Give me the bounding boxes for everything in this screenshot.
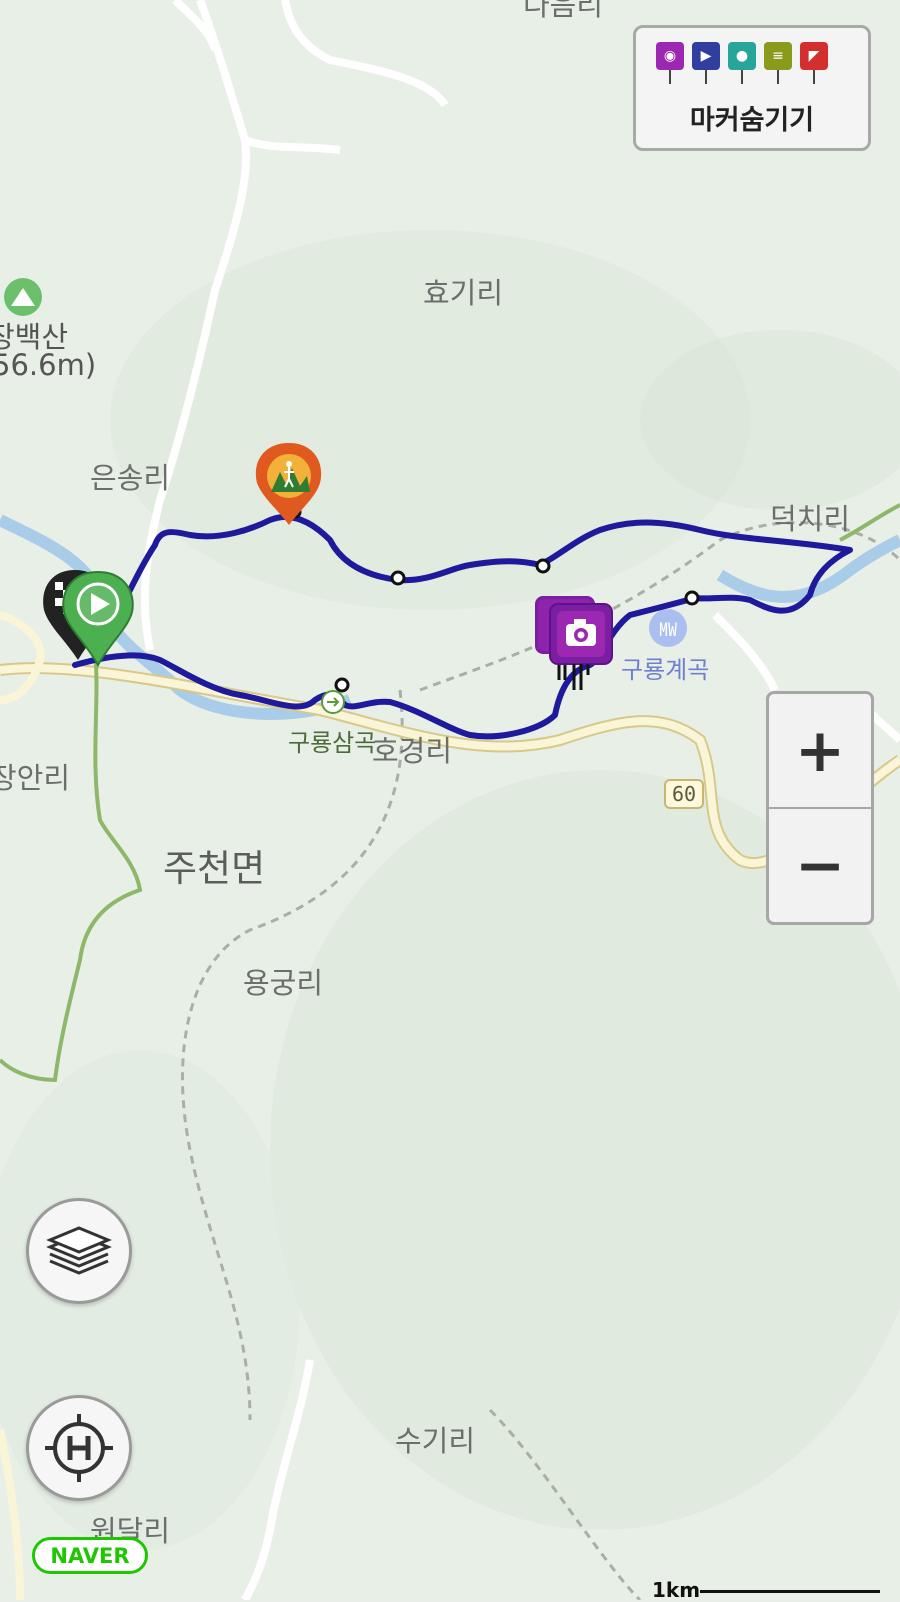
place-label-hogyeong: 호경리: [372, 728, 452, 770]
road-number-badge: 60: [664, 779, 704, 809]
place-label-mountain-elevation: 56.6m): [0, 348, 96, 382]
layers-button[interactable]: [26, 1198, 132, 1304]
place-label-deokchi: 덕치리: [770, 496, 850, 538]
zoom-out-button[interactable]: −: [769, 809, 871, 922]
map-canvas[interactable]: ㎿: [0, 0, 900, 1600]
valley-icon: ㎿: [649, 609, 687, 647]
place-label-jangan: 장안리: [0, 755, 70, 797]
zoom-in-button[interactable]: +: [769, 694, 871, 807]
entrance-icon: [322, 691, 344, 713]
memo-icon: ≡: [764, 42, 792, 70]
zoom-control: + −: [766, 691, 874, 925]
crosshair-h-icon: [39, 1408, 119, 1488]
waypoint: [392, 572, 404, 584]
place-label-yonggung: 용궁리: [243, 960, 323, 1002]
marker-hide-toggle[interactable]: ◉ ▶ ● ≡ ◤ 마커숨기기: [633, 25, 871, 151]
marker-hide-label: 마커숨기기: [636, 98, 868, 137]
camera-icon: ◉: [656, 42, 684, 70]
locate-home-button[interactable]: [26, 1395, 132, 1501]
microphone-icon: ●: [728, 42, 756, 70]
naver-logo: NAVER: [32, 1537, 148, 1574]
video-icon: ▶: [692, 42, 720, 70]
place-label-guryong-valley: 구룡계곡: [621, 650, 709, 685]
place-label-eunsong: 은송리: [90, 455, 170, 497]
mountain-icon: [4, 278, 42, 316]
layers-icon: [44, 1221, 114, 1281]
place-label-jucheon: 주천면: [163, 838, 265, 892]
place-label-top: 다음리: [523, 0, 603, 24]
svg-text:㎿: ㎿: [659, 620, 677, 641]
scale-bar-label: 1km: [652, 1578, 700, 1602]
place-label-guryong-samgok: 구룡삼곡: [288, 723, 376, 758]
place-label-sugi: 수기리: [395, 1418, 475, 1460]
scale-bar: [700, 1590, 880, 1593]
waypoint: [537, 560, 549, 572]
waypoint: [686, 592, 698, 604]
place-label-hyogi: 효기리: [423, 270, 503, 312]
flag-icon: ◤: [800, 42, 828, 70]
waypoint: [336, 679, 348, 691]
